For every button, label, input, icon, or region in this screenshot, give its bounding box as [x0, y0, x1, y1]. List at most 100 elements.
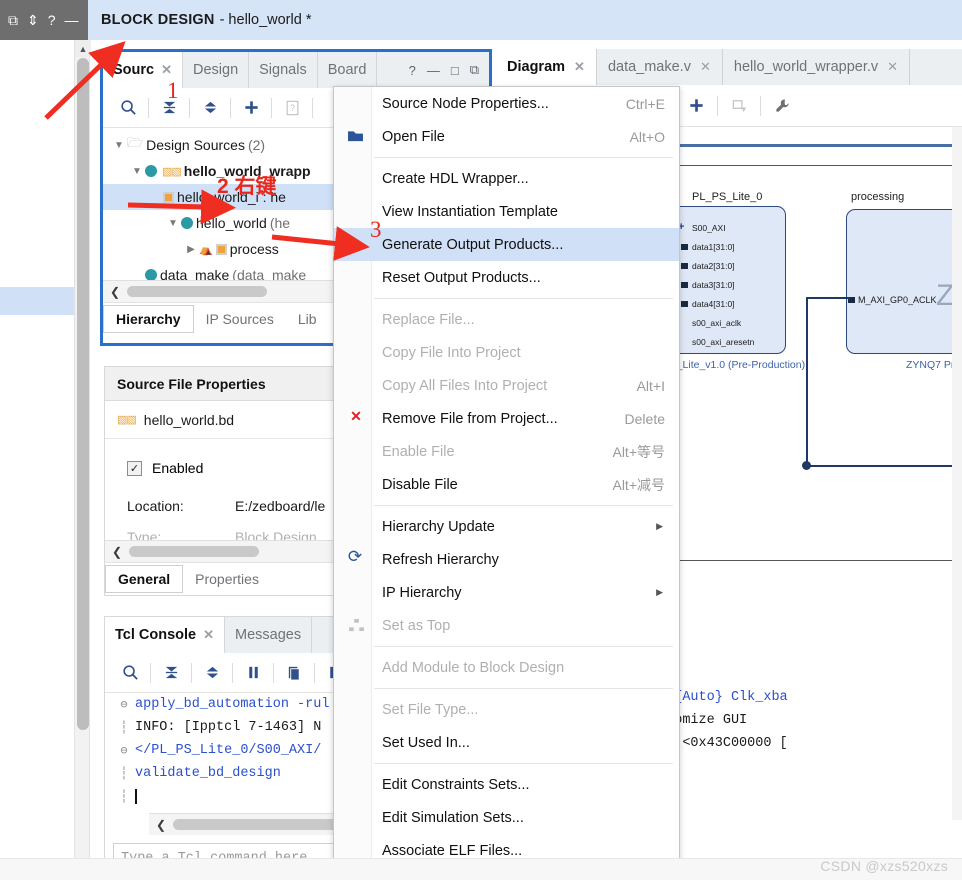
module-icon: [145, 165, 157, 177]
toolbar-divider: [271, 97, 272, 118]
minimize-icon[interactable]: —: [427, 63, 440, 78]
tab-properties[interactable]: Properties: [183, 563, 271, 595]
collapse-all-icon[interactable]: [154, 658, 188, 688]
fold-icon[interactable]: ⊖: [113, 743, 135, 758]
search-icon[interactable]: [113, 658, 147, 688]
close-icon[interactable]: ✕: [161, 62, 172, 78]
scrollbar-thumb[interactable]: [127, 286, 267, 297]
copy-icon[interactable]: [277, 658, 311, 688]
pause-icon[interactable]: [236, 658, 270, 688]
tree-label: hello_world: [196, 215, 267, 231]
menu-item-reset-output-products[interactable]: Reset Output Products...: [334, 261, 679, 294]
tab-messages-label: Messages: [235, 627, 302, 643]
menu-item-create-hdl-wrapper[interactable]: Create HDL Wrapper...: [334, 162, 679, 195]
tab-board[interactable]: Board: [317, 52, 378, 88]
expand-all-icon[interactable]: ⇕: [27, 13, 39, 27]
tab-messages[interactable]: Messages: [225, 617, 313, 653]
float-icon[interactable]: ⧉: [470, 62, 479, 78]
tab-diagram[interactable]: Diagram ✕: [496, 49, 597, 85]
close-icon[interactable]: ✕: [887, 59, 898, 75]
tab-ip-sources[interactable]: IP Sources: [194, 303, 286, 335]
add-sources-icon[interactable]: [234, 93, 268, 123]
maximize-icon[interactable]: □: [451, 63, 459, 78]
block-icon: [163, 191, 174, 203]
flow-navigator-scrollbar[interactable]: ▲: [74, 40, 91, 880]
menu-item-refresh-hierarchy[interactable]: ⟳ Refresh Hierarchy: [334, 543, 679, 576]
tab-design[interactable]: Design: [183, 52, 250, 88]
toolbar-divider: [314, 662, 315, 683]
menu-item-label: Source Node Properties...: [382, 95, 549, 112]
menu-item-source-node-properties[interactable]: Source Node Properties... Ctrl+E: [334, 87, 679, 120]
pin-s00-axi[interactable]: S00_AXI: [692, 223, 726, 233]
menu-item-label: Disable File: [382, 476, 458, 493]
menu-item-label: Create HDL Wrapper...: [382, 170, 529, 187]
tab-ip-sources-label: IP Sources: [205, 311, 274, 327]
tab-libraries-label: Lib: [297, 311, 317, 327]
pin-data4[interactable]: data4[31:0]: [692, 299, 735, 309]
menu-item-accel: Delete: [624, 410, 665, 427]
menu-item-edit-constraints-sets[interactable]: Edit Constraints Sets...: [334, 768, 679, 801]
tab-hierarchy[interactable]: Hierarchy: [103, 305, 194, 333]
close-icon[interactable]: ✕: [203, 627, 214, 643]
tab-general[interactable]: General: [105, 565, 184, 593]
scroll-up-icon[interactable]: ▲: [75, 40, 91, 57]
menu-item-hierarchy-update[interactable]: Hierarchy Update ▶: [334, 510, 679, 543]
help-icon[interactable]: ?: [48, 13, 56, 27]
pin-data1[interactable]: data1[31:0]: [692, 242, 735, 252]
close-icon[interactable]: ✕: [700, 59, 711, 75]
pin-data2[interactable]: data2[31:0]: [692, 261, 735, 271]
collapse-all-icon[interactable]: ⧉: [8, 13, 18, 27]
fold-icon[interactable]: ⊖: [113, 697, 135, 712]
search-icon[interactable]: [111, 93, 145, 123]
tab-signals[interactable]: Signals: [249, 52, 318, 88]
minimize-icon[interactable]: —: [65, 13, 79, 27]
menu-item-label: Associate ELF Files...: [382, 842, 523, 859]
pin-s00-axi-aclk[interactable]: s00_axi_aclk: [692, 318, 741, 328]
menu-item-ip-hierarchy[interactable]: IP Hierarchy ▶: [334, 576, 679, 609]
tab-tcl-console[interactable]: Tcl Console ✕: [105, 617, 226, 653]
menu-item-set-used-in[interactable]: Set Used In...: [334, 726, 679, 759]
menu-item-view-instantiation-template[interactable]: View Instantiation Template: [334, 195, 679, 228]
scrollbar-thumb[interactable]: [129, 546, 259, 557]
help-icon[interactable]: ?: [409, 63, 416, 78]
menu-item-accel: Alt+等号: [612, 443, 665, 460]
expand-all-icon[interactable]: [193, 93, 227, 123]
toolbar-divider: [189, 97, 190, 118]
chevron-right-icon[interactable]: ▶: [183, 244, 199, 255]
pin-s00-axi-aresetn[interactable]: s00_axi_aresetn: [692, 337, 754, 347]
menu-item-open-file[interactable]: Open File Alt+O: [334, 120, 679, 153]
tab-hello-world-wrapper-v[interactable]: hello_world_wrapper.v ✕: [723, 49, 911, 85]
editor-vscrollbar[interactable]: [952, 127, 962, 820]
scrollbar-thumb[interactable]: [77, 58, 89, 730]
settings-icon[interactable]: [764, 91, 800, 121]
menu-item-generate-output-products[interactable]: Generate Output Products...: [334, 228, 679, 261]
close-icon[interactable]: ✕: [574, 59, 585, 75]
scroll-left-icon[interactable]: ❮: [109, 545, 125, 559]
menu-item-edit-simulation-sets[interactable]: Edit Simulation Sets...: [334, 801, 679, 834]
pin-m-axi-gp0-aclk[interactable]: M_AXI_GP0_ACLK: [858, 295, 937, 305]
tab-data-make-v[interactable]: data_make.v ✕: [597, 49, 723, 85]
expand-all-icon[interactable]: [195, 658, 229, 688]
wire: [806, 465, 962, 467]
enabled-checkbox[interactable]: ✓: [127, 460, 142, 476]
annotation-step-3: 3: [370, 217, 382, 242]
tab-libraries[interactable]: Lib: [286, 303, 329, 335]
scroll-left-icon[interactable]: ❮: [153, 818, 169, 832]
menu-item-label: Copy File Into Project: [382, 344, 521, 361]
chevron-down-icon[interactable]: ▼: [111, 140, 127, 151]
add-ip-icon[interactable]: [678, 91, 714, 121]
page-title: BLOCK DESIGN: [101, 12, 215, 28]
annotation-step-2: 2 右键: [217, 175, 277, 198]
pin-marker: [681, 282, 688, 288]
chevron-down-icon[interactable]: ▼: [165, 218, 181, 229]
menu-item-accel: Alt+减号: [612, 476, 665, 493]
pin-data3[interactable]: data3[31:0]: [692, 280, 735, 290]
tree-count: (data_make: [232, 267, 307, 280]
menu-item-label: Generate Output Products...: [382, 236, 564, 253]
menu-item-replace-file: Replace File...: [334, 303, 679, 336]
scroll-left-icon[interactable]: ❮: [107, 285, 123, 299]
chevron-down-icon[interactable]: ▼: [129, 166, 145, 177]
menu-item-disable-file[interactable]: Disable File Alt+减号: [334, 468, 679, 501]
toolbar-divider: [717, 95, 718, 116]
menu-item-remove-file-from-project[interactable]: ✕ Remove File from Project... Delete: [334, 402, 679, 435]
